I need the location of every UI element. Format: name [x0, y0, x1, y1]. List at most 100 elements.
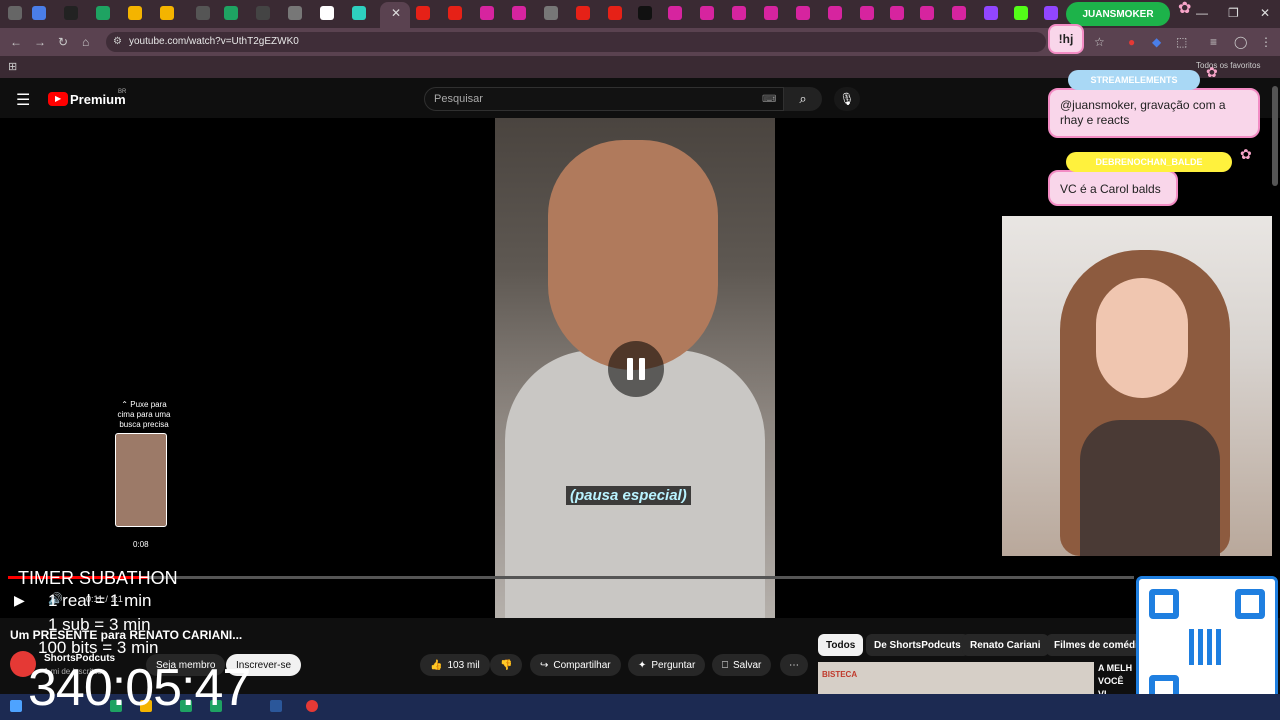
- tab-icon[interactable]: [196, 6, 210, 20]
- url-text[interactable]: youtube.com/watch?v=UthT2gEZWK0: [129, 36, 299, 47]
- extension-icon[interactable]: ◆: [1152, 35, 1161, 49]
- timer-title: TIMER SUBATHON: [18, 568, 178, 588]
- chat-message: @juansmoker, gravação com a rhay e react…: [1048, 88, 1260, 138]
- qr-finder: [1235, 589, 1265, 619]
- thumbs-down-icon: 👎: [500, 659, 513, 671]
- instagram-tab-icon[interactable]: [764, 6, 778, 20]
- chat-username-badge: DEBRENOCHAN_BALDE: [1066, 152, 1232, 172]
- webcam-person-face: [1096, 278, 1188, 398]
- home-icon[interactable]: ⌂: [82, 35, 89, 49]
- instagram-tab-icon[interactable]: [952, 6, 966, 20]
- extension-icon[interactable]: ●: [1128, 35, 1135, 49]
- tab-icon[interactable]: [352, 6, 366, 20]
- dislike-button[interactable]: 👎: [490, 654, 523, 676]
- like-button[interactable]: 👍 103 mil: [420, 654, 490, 676]
- instagram-tab-icon[interactable]: [890, 6, 904, 20]
- play-triangle-icon: ▶: [55, 94, 62, 103]
- youtube-tab-icon[interactable]: [448, 6, 462, 20]
- back-icon[interactable]: ←: [10, 35, 22, 49]
- hamburger-menu-icon[interactable]: ☰: [16, 90, 30, 110]
- extensions-puzzle-icon[interactable]: ⬚: [1176, 35, 1187, 49]
- webcam-person-body: [1080, 420, 1220, 556]
- reload-icon[interactable]: ↻: [58, 35, 68, 49]
- region-code: BR: [118, 89, 127, 95]
- kick-tab-icon[interactable]: [1014, 6, 1028, 20]
- save-label: Salvar: [733, 659, 762, 671]
- menu-kebab-icon[interactable]: ⋮: [1260, 35, 1272, 49]
- instagram-tab-icon[interactable]: [796, 6, 810, 20]
- instagram-tab-icon[interactable]: [860, 6, 874, 20]
- youtube-tab-icon[interactable]: [576, 6, 590, 20]
- site-info-icon[interactable]: ⚙: [113, 36, 122, 47]
- tab-icon[interactable]: [224, 6, 238, 20]
- tab-icon[interactable]: [160, 6, 174, 20]
- tab-icon[interactable]: [64, 6, 78, 20]
- close-window-icon[interactable]: ✕: [1260, 6, 1270, 20]
- share-icon: ↪: [540, 659, 549, 671]
- instagram-tab-icon[interactable]: [920, 6, 934, 20]
- apps-grid-icon[interactable]: ⊞: [8, 60, 17, 73]
- search-icon: ⌕: [799, 91, 807, 106]
- instagram-tab-icon[interactable]: [512, 6, 526, 20]
- instagram-tab-icon[interactable]: [700, 6, 714, 20]
- word-icon[interactable]: [270, 700, 282, 712]
- video-title: Um PRESENTE para RENATO CARIANI...: [10, 628, 243, 642]
- maximize-icon[interactable]: ❐: [1228, 6, 1239, 20]
- microphone-icon: 🎙: [839, 92, 855, 106]
- chip-renato[interactable]: Renato Cariani: [962, 634, 1049, 656]
- flower-icon: ✿: [1206, 64, 1218, 80]
- twitch-tab-icon[interactable]: [984, 6, 998, 20]
- pause-icon: [639, 358, 645, 380]
- tab-icon[interactable]: [32, 6, 46, 20]
- tab-search-icon[interactable]: ≡: [1210, 35, 1217, 49]
- save-button[interactable]: ⎕ Salvar: [712, 654, 772, 676]
- ask-button[interactable]: ✦ Perguntar: [628, 654, 706, 676]
- sparkle-icon: ✦: [638, 659, 647, 671]
- bookmark-star-icon[interactable]: ☆: [1094, 35, 1105, 49]
- pause-button[interactable]: [608, 341, 664, 397]
- minimize-icon[interactable]: —: [1196, 6, 1208, 20]
- tiktok-tab-icon[interactable]: [638, 6, 652, 20]
- twitch-tab-icon[interactable]: [1044, 6, 1058, 20]
- tab-icon[interactable]: [288, 6, 302, 20]
- youtube-tab-icon[interactable]: [416, 6, 430, 20]
- thumbnail-text: BISTECA: [822, 670, 858, 679]
- chat-message: VC é a Carol balds: [1048, 170, 1178, 206]
- instagram-tab-icon[interactable]: [480, 6, 494, 20]
- chip-all[interactable]: Todos: [818, 634, 864, 656]
- ask-label: Perguntar: [651, 659, 696, 671]
- instagram-tab-icon[interactable]: [732, 6, 746, 20]
- share-label: Compartilhar: [553, 659, 611, 671]
- tab-close-icon[interactable]: ✕: [391, 6, 401, 20]
- pause-icon: [627, 358, 633, 380]
- instagram-tab-icon[interactable]: [828, 6, 842, 20]
- scrollbar[interactable]: [1272, 86, 1278, 186]
- tab-icon[interactable]: [128, 6, 142, 20]
- search-button[interactable]: ⌕: [784, 87, 822, 111]
- obs-icon[interactable]: [306, 700, 318, 712]
- voice-search-button[interactable]: 🎙: [834, 87, 860, 111]
- play-icon[interactable]: ▶: [14, 592, 25, 609]
- youtube-tab-icon[interactable]: [608, 6, 622, 20]
- seek-preview-time: 0:08: [133, 540, 149, 549]
- tab-icon[interactable]: [256, 6, 270, 20]
- start-icon[interactable]: [10, 700, 22, 712]
- qr-finder: [1149, 589, 1179, 619]
- forward-icon[interactable]: →: [34, 35, 46, 49]
- tab-icon[interactable]: [544, 6, 558, 20]
- tab-icon[interactable]: [96, 6, 110, 20]
- flower-icon: ✿: [1178, 0, 1192, 17]
- more-actions-button[interactable]: ⋯: [780, 654, 808, 676]
- chat-message: !hj: [1048, 24, 1084, 54]
- keyboard-icon[interactable]: ⌨: [762, 94, 776, 105]
- timer-rule: 1 real = 1 min: [48, 591, 152, 610]
- share-button[interactable]: ↪ Compartilhar: [530, 654, 621, 676]
- video-person-head: [548, 140, 718, 370]
- instagram-tab-icon[interactable]: [668, 6, 682, 20]
- thumbs-up-icon: 👍: [430, 659, 443, 671]
- chip-channel[interactable]: De ShortsPodcuts: [866, 634, 969, 656]
- tab-search-icon[interactable]: [8, 6, 22, 20]
- subathon-timer: 340:05:47: [28, 659, 251, 717]
- tab-icon[interactable]: [320, 6, 334, 20]
- profile-icon[interactable]: ◯: [1234, 35, 1247, 49]
